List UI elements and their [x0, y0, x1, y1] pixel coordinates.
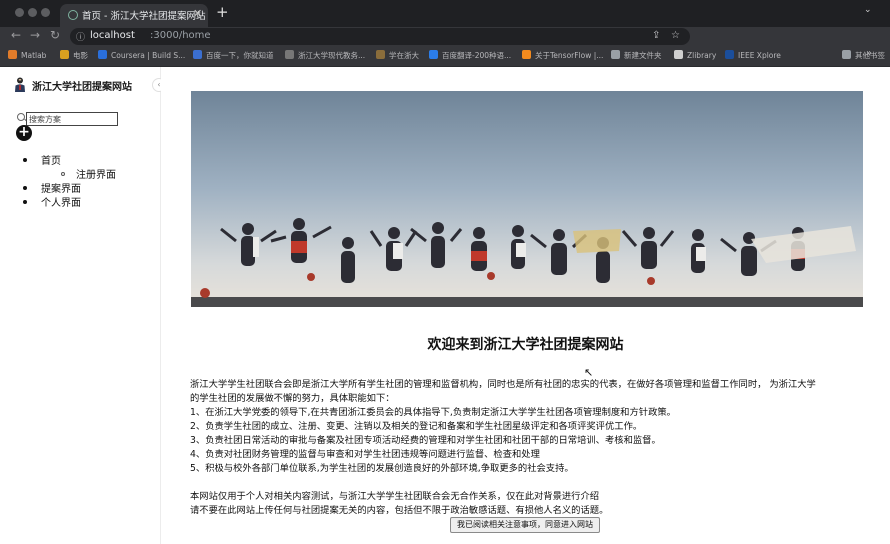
- bookmark-item[interactable]: Matlab: [8, 50, 46, 60]
- info-icon[interactable]: ⓘ: [76, 30, 85, 43]
- bookmark-favicon-icon: [842, 50, 851, 59]
- bookmark-label: 百度翻译-200种语...: [442, 51, 512, 60]
- bookmark-item[interactable]: 百度翻译-200种语...: [429, 50, 511, 61]
- bookmark-favicon-icon: [285, 50, 294, 59]
- url-host: localhost: [90, 30, 135, 41]
- sidebar-item-profile[interactable]: 个人界面: [41, 194, 81, 209]
- site-name: 浙江大学社团提案网站: [32, 82, 132, 93]
- sidebar-item-register[interactable]: 注册界面: [76, 166, 116, 181]
- browser-tab-strip: 首页 - 浙江大学社团提案网站 ✕ + ⌄: [0, 0, 890, 27]
- browser-tab-active[interactable]: 首页 - 浙江大学社团提案网站 ✕: [60, 4, 208, 27]
- bookmark-label: 电影: [73, 51, 88, 60]
- tab-search-chevron-icon[interactable]: ⌄: [864, 5, 872, 15]
- bookmark-item[interactable]: 电影: [60, 50, 88, 61]
- web-page: 浙江大学社团提案网站 ‹ + 首页 注册界面 提案界面 个人界面: [0, 67, 890, 544]
- bookmark-item[interactable]: Coursera | Build S...: [98, 50, 185, 60]
- bookmark-item[interactable]: 关于TensorFlow |...: [522, 50, 603, 61]
- forward-arrow-icon[interactable]: →: [30, 28, 40, 42]
- duty-item: 4、负责对社团财务管理的监督与审查和对学生社团违规等问题进行监督、检查和处理: [190, 449, 540, 460]
- sidebar-item-proposal[interactable]: 提案界面: [41, 180, 81, 195]
- search-icon: [17, 113, 25, 121]
- description-block: 浙江大学学生社团联合会即是浙江大学所有学生社团的管理和监督机构，同时也是所有社团…: [190, 378, 862, 476]
- bookmark-favicon-icon: [8, 50, 17, 59]
- bookmark-label: 学在浙大: [389, 51, 419, 60]
- bookmark-item[interactable]: 新建文件夹: [611, 50, 662, 61]
- bookmark-label: 其他书签: [855, 51, 885, 60]
- window-minimize-button[interactable]: [28, 8, 37, 17]
- list-sub-bullet: [61, 172, 65, 176]
- bookmark-item[interactable]: IEEE Xplore: [725, 50, 781, 60]
- bookmark-favicon-icon: [429, 50, 438, 59]
- welcome-heading: 欢迎来到浙江大学社团提案网站: [427, 337, 624, 353]
- bookmark-label: 百度一下，你就知道: [206, 51, 274, 60]
- bookmark-star-icon[interactable]: ☆: [671, 30, 680, 41]
- browser-toolbar: ← → ↻ ⓘ localhost :3000/home ⇪ ☆ PH ⋮: [0, 27, 890, 70]
- duty-item: 1、在浙江大学党委的领导下,在共青团浙江委员会的具体指导下,负责制定浙江大学学生…: [190, 407, 676, 418]
- search-input[interactable]: [26, 112, 118, 126]
- url-path: :3000/home: [150, 30, 211, 41]
- bookmark-item[interactable]: 其他书签: [842, 50, 885, 61]
- bookmark-label: IEEE Xplore: [738, 51, 781, 60]
- duty-item: 3、负责社团日常活动的审批与备案及社团专项活动经费的管理和对学生社团和社团干部的…: [190, 435, 661, 446]
- agree-enter-button[interactable]: 我已阅读相关注意事项，同意进入网站: [450, 517, 600, 533]
- duty-item: 2、负责学生社团的成立、注册、变更、注销以及相关的登记和备案和学生社团星级评定和…: [190, 421, 643, 432]
- back-arrow-icon[interactable]: ←: [11, 28, 21, 42]
- bookmark-item[interactable]: 百度一下，你就知道: [193, 50, 274, 61]
- notice-line: 请不要在此网站上传任何与社团提案无关的内容，包括但不限于政治敏感话题、有损他人名…: [190, 505, 609, 516]
- bookmark-label: 关于TensorFlow |...: [535, 51, 604, 60]
- add-proposal-button[interactable]: +: [16, 125, 32, 141]
- bookmark-favicon-icon: [98, 50, 107, 59]
- description-line: 的学生社团的发展做不懈的努力，具体职能如下：: [190, 393, 395, 404]
- list-bullet: [23, 200, 27, 204]
- bookmark-favicon-icon: [725, 50, 734, 59]
- person-logo-icon: [15, 77, 25, 92]
- bookmark-favicon-icon: [674, 50, 683, 59]
- bookmark-label: Coursera | Build S...: [111, 51, 186, 60]
- bookmark-item[interactable]: 学在浙大: [376, 50, 419, 61]
- tab-close-icon[interactable]: ✕: [193, 7, 202, 20]
- reload-icon[interactable]: ↻: [50, 28, 60, 42]
- sidebar-item-home[interactable]: 首页: [41, 152, 61, 167]
- bookmark-favicon-icon: [611, 50, 620, 59]
- bookmark-favicon-icon: [522, 50, 531, 59]
- bookmark-label: 浙江大学现代教务...: [298, 51, 366, 60]
- bookmark-label: Matlab: [21, 51, 47, 60]
- window-close-button[interactable]: [15, 8, 24, 17]
- bookmark-label: 新建文件夹: [624, 51, 662, 60]
- address-bar[interactable]: ⓘ localhost :3000/home ⇪ ☆: [70, 28, 690, 45]
- notice-line: 本网站仅用于个人对相关内容测试，与浙江大学学生社团联合会无合作关系，仅在此对背景…: [190, 491, 600, 502]
- bookmark-item[interactable]: 浙江大学现代教务...: [285, 50, 365, 61]
- list-bullet: [23, 186, 27, 190]
- tab-title: 首页 - 浙江大学社团提案网站: [82, 11, 206, 22]
- react-favicon-icon: [68, 10, 78, 20]
- window-zoom-button[interactable]: [41, 8, 50, 17]
- main-content: 欢迎来到浙江大学社团提案网站 浙江大学学生社团联合会即是浙江大学所有学生社团的管…: [161, 67, 890, 544]
- notice-block: 本网站仅用于个人对相关内容测试，与浙江大学学生社团联合会无合作关系，仅在此对背景…: [190, 490, 862, 518]
- bookmark-label: Zlibrary: [687, 51, 717, 60]
- new-tab-button[interactable]: +: [216, 4, 229, 20]
- list-bullet: [23, 158, 27, 162]
- description-line: 浙江大学学生社团联合会即是浙江大学所有学生社团的管理和监督机构，同时也是所有社团…: [190, 379, 816, 390]
- bookmark-item[interactable]: Zlibrary: [674, 50, 716, 60]
- hero-photo-jumping-students: [191, 91, 863, 307]
- sidebar: 浙江大学社团提案网站 ‹ + 首页 注册界面 提案界面 个人界面: [0, 67, 166, 544]
- duty-item: 5、积极与校外各部门单位联系,为学生社团的发展创造良好的外部环境,争取更多的社会…: [190, 463, 574, 474]
- bookmarks-bar: » Matlab 电影 Coursera | Build S... 百度一下，你就知道…: [0, 46, 890, 67]
- mouse-cursor-icon: ↖: [584, 366, 594, 379]
- bookmark-favicon-icon: [60, 50, 69, 59]
- bookmark-favicon-icon: [193, 50, 202, 59]
- bookmark-favicon-icon: [376, 50, 385, 59]
- share-icon[interactable]: ⇪: [652, 30, 660, 41]
